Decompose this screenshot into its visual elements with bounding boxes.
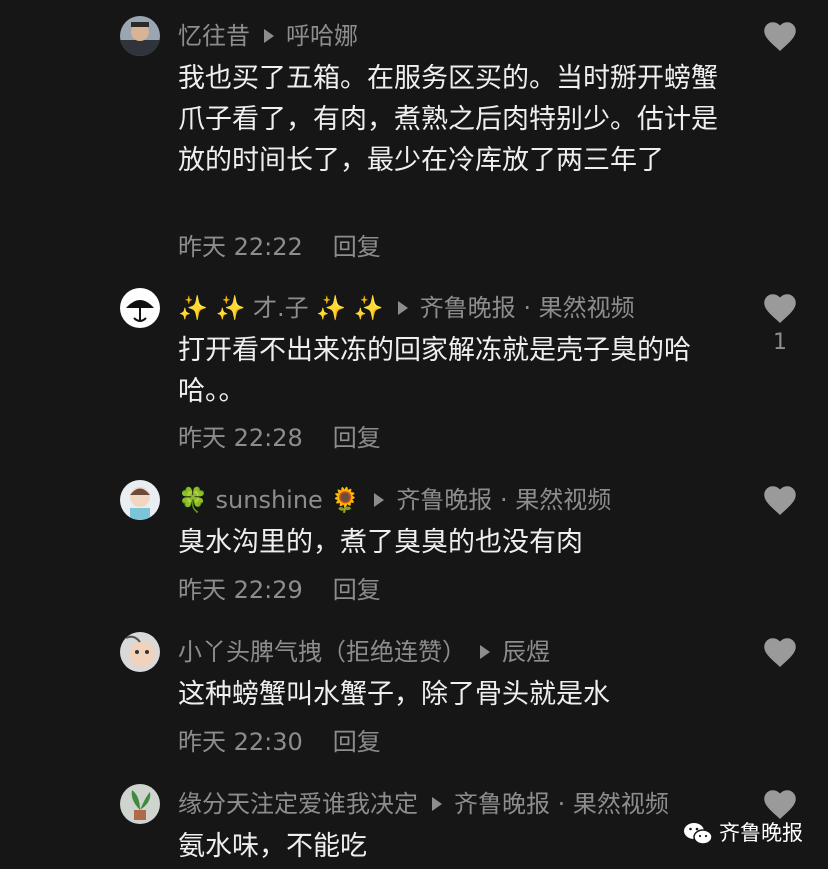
reply-button[interactable]: 回复 [333, 728, 381, 756]
avatar[interactable] [120, 632, 160, 672]
umbrella-avatar-icon [120, 288, 160, 328]
username[interactable]: 小丫头脾气拽（拒绝连赞） [178, 638, 466, 666]
reply-arrow-icon [374, 493, 385, 507]
reply-to-name[interactable]: 齐鲁晚报 · 果然视频 [420, 294, 635, 322]
reply-button[interactable]: 回复 [333, 424, 381, 452]
comment-header: ✨ ✨ 才.子 ✨ ✨ 齐鲁晚报 · 果然视频 [178, 291, 728, 325]
comment-meta: 昨天 22:29 回复 [178, 573, 381, 607]
reply-to-name[interactable]: 呼哈娜 [286, 22, 358, 50]
reply-arrow-icon [264, 29, 274, 43]
heart-icon[interactable] [762, 291, 798, 325]
comment-text: 臭水沟里的，煮了臭臭的也没有肉 [178, 527, 583, 558]
reply-to-name[interactable]: 齐鲁晚报 · 果然视频 [396, 486, 611, 514]
username[interactable]: 缘分天注定爱谁我决定 [178, 790, 418, 818]
avatar[interactable] [120, 16, 160, 56]
comment-time: 昨天 22:29 [178, 576, 303, 604]
comment-text: 氨水味，不能吃 [178, 831, 367, 862]
reply-to-name[interactable]: 辰煜 [502, 638, 550, 666]
avatar[interactable] [120, 784, 160, 824]
reply-button[interactable]: 回复 [333, 576, 381, 604]
comment-text: 打开看不出来冻的回家解冻就是壳子臭的哈哈。。 [178, 335, 691, 407]
username[interactable]: 忆往昔 [178, 22, 250, 50]
comment-time: 昨天 22:30 [178, 728, 303, 756]
comment-meta: 昨天 22:30 回复 [178, 725, 381, 759]
heart-icon[interactable] [762, 19, 798, 53]
comment-header: 缘分天注定爱谁我决定 齐鲁晚报 · 果然视频 [178, 787, 728, 821]
heart-icon[interactable] [762, 483, 798, 517]
cartoon-avatar-icon [120, 480, 160, 520]
comment-text: 我也买了五箱。在服务区买的。当时掰开螃蟹爪子看了，有肉，煮熟之后肉特别少。估计是… [178, 63, 718, 176]
avatar[interactable] [120, 480, 160, 520]
watermark-text: 齐鲁晚报 [719, 821, 803, 845]
reply-button[interactable]: 回复 [333, 233, 381, 261]
username[interactable]: ✨ ✨ 才.子 ✨ ✨ [178, 294, 384, 322]
comment-text: 这种螃蟹叫水蟹子，除了骨头就是水 [178, 679, 610, 710]
person-photo-avatar-icon [120, 16, 160, 56]
wechat-icon [684, 823, 713, 845]
watermark: 齐鲁晚报 [683, 816, 803, 850]
face-avatar-icon [120, 632, 160, 672]
comment-meta: 昨天 22:28 回复 [178, 421, 381, 455]
comment-header: 忆往昔 呼哈娜 [178, 19, 728, 53]
comment-time: 昨天 22:22 [178, 233, 303, 261]
comment-time: 昨天 22:28 [178, 424, 303, 452]
comment-meta: 昨天 22:22 回复 [178, 230, 381, 264]
comment-header: 🍀 sunshine 🌻 齐鲁晚报 · 果然视频 [178, 483, 728, 517]
reply-to-name[interactable]: 齐鲁晚报 · 果然视频 [454, 790, 669, 818]
heart-icon[interactable] [762, 635, 798, 669]
reply-arrow-icon [397, 301, 408, 315]
avatar[interactable] [120, 288, 160, 328]
plant-avatar-icon [120, 784, 160, 824]
reply-arrow-icon [480, 645, 490, 659]
reply-arrow-icon [432, 797, 442, 811]
comment-header: 小丫头脾气拽（拒绝连赞） 辰煜 [178, 635, 728, 669]
username[interactable]: 🍀 sunshine 🌻 [178, 486, 360, 514]
like-count: 1 [773, 330, 787, 355]
